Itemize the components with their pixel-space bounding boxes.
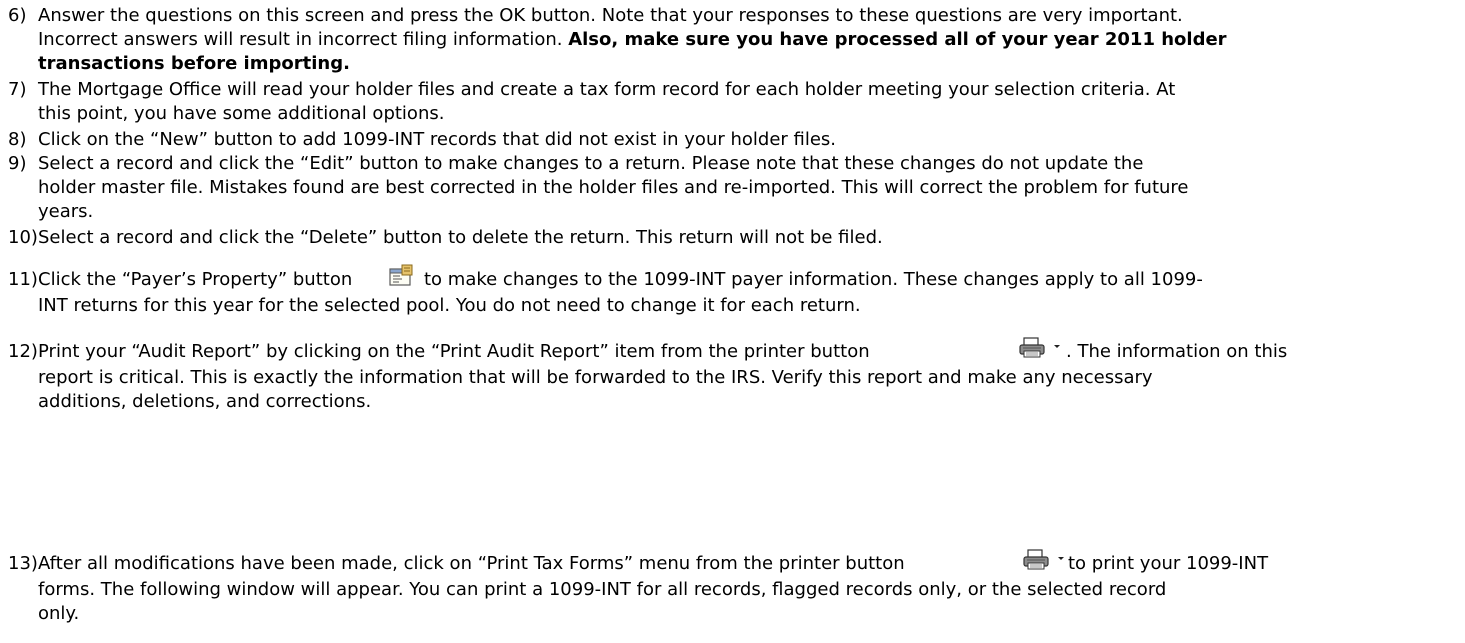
list-text-line: only. xyxy=(38,603,80,624)
list-text-line: holder master file. Mistakes found are b… xyxy=(38,177,1189,198)
list-number: 6) xyxy=(8,5,27,26)
list-number: 13) xyxy=(8,553,38,574)
printer-dropdown-icon xyxy=(1018,336,1062,360)
list-text: Incorrect answers will result in incorre… xyxy=(38,29,569,50)
list-number: 10) xyxy=(8,227,38,248)
list-text-line: Click on the “New” button to add 1099-IN… xyxy=(38,129,837,150)
list-text-line: Click the “Payer’s Property” button xyxy=(38,269,353,290)
list-text-line: Answer the questions on this screen and … xyxy=(38,5,1183,26)
list-text-line: . The information on this xyxy=(1066,341,1288,362)
list-number: 7) xyxy=(8,79,27,100)
list-text-line: The Mortgage Office will read your holde… xyxy=(38,79,1176,100)
list-text-line: to make changes to the 1099-INT payer in… xyxy=(424,269,1203,290)
list-text-line: this point, you have some additional opt… xyxy=(38,103,445,124)
list-number: 8) xyxy=(8,129,27,150)
list-text-line: additions, deletions, and corrections. xyxy=(38,391,372,412)
list-number: 12) xyxy=(8,341,38,362)
list-text-line: Incorrect answers will result in incorre… xyxy=(38,28,1227,52)
important-note-continued: transactions before importing. xyxy=(38,53,350,74)
list-text-line: Select a record and click the “Delete” b… xyxy=(38,227,883,248)
list-text-line: After all modifications have been made, … xyxy=(38,553,905,574)
payer-property-icon xyxy=(388,264,414,288)
list-text-line: Print your “Audit Report” by clicking on… xyxy=(38,341,870,362)
list-number: 9) xyxy=(8,153,27,174)
list-text-line: years. xyxy=(38,201,94,222)
list-text-line: INT returns for this year for the select… xyxy=(38,295,861,316)
list-text-line: report is critical. This is exactly the … xyxy=(38,367,1153,388)
list-text-line: forms. The following window will appear.… xyxy=(38,579,1167,600)
list-number: 11) xyxy=(8,269,38,290)
important-note: Also, make sure you have processed all o… xyxy=(568,29,1227,50)
list-text-line: Select a record and click the “Edit” but… xyxy=(38,153,1144,174)
printer-dropdown-icon xyxy=(1022,548,1066,572)
instruction-document: 6) Answer the questions on this screen a… xyxy=(0,0,1465,643)
list-text-line: to print your 1099-INT xyxy=(1068,553,1269,574)
